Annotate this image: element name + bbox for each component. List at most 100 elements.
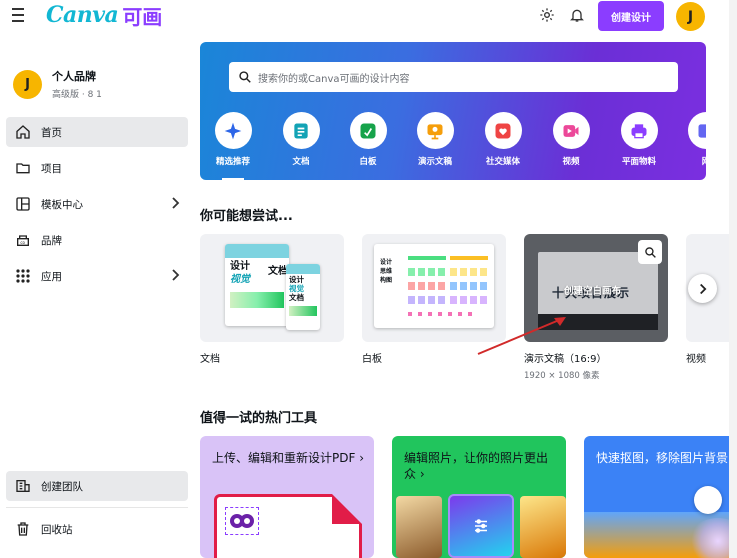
create-blank-canvas-label[interactable]: 创建空白画布 [564,283,621,297]
sidebar-item-label: 首页 [41,126,62,139]
sidebar-item-templates[interactable]: 模板中心 [6,189,188,219]
whiteboard-notes [450,268,488,276]
top-bar: Canva 可画 创建设计 J [0,0,737,32]
sidebar-item-label: 项目 [41,162,62,175]
carousel-next-button[interactable] [688,274,717,303]
doc-preview-line: 文档 [268,266,288,277]
video-icon [552,112,590,149]
folder-icon [14,159,32,177]
home-icon [14,123,32,141]
doc-preview-small-line: 设计 [289,275,304,284]
category-video[interactable]: 视频 [541,112,601,167]
pdf-logo-icon [225,507,259,535]
whiteboard-icon [349,112,387,149]
suggestions-title: 你可能想尝试... [200,209,293,224]
whiteboard-bar [408,256,446,260]
doc-preview-small-page: 设计 视觉 文档 [286,264,320,330]
tool-card-photo-edit[interactable]: 编辑照片，让你的照片更出众 › [392,436,566,558]
pdf-corner [332,494,362,524]
chevron-right-icon [170,197,180,212]
category-print[interactable]: 平面物料 [609,112,669,167]
category-web[interactable]: 网 [676,112,706,167]
heart-icon [484,112,522,149]
category-label: 演示文稿 [417,157,452,167]
category-label: 平面物料 [621,157,656,167]
category-label: 精选推荐 [215,157,250,167]
doc-preview-small-header [286,264,320,274]
menu-icon[interactable] [12,8,28,22]
card-label[interactable]: 文档 [200,350,220,365]
category-whiteboard[interactable]: 白板 [338,112,398,167]
profile-name: 个人品牌 [52,70,96,83]
tool-title: 上传、编辑和重新设计PDF › [212,451,364,465]
photo-thumbnail-selected [448,494,514,558]
card-label[interactable]: 视频 [686,350,706,365]
preview-search-button[interactable] [638,240,662,264]
category-label: 社交媒体 [485,157,520,167]
user-avatar[interactable]: J [676,2,705,31]
chevron-right-icon [170,269,180,284]
profile[interactable]: J 个人品牌 高级版 · 8 1 [13,68,102,100]
category-row: 精选推荐 文档 白板 演示文稿 社交媒体 视频 平面物料 网 [200,112,706,180]
hero-banner: 搜索你的或Canva可画的设计内容 精选推荐 文档 白板 演示文稿 社交媒体 视… [200,42,706,180]
photo-thumbnail [396,496,442,558]
sidebar-item-label: 回收站 [41,523,73,536]
sidebar-item-trash[interactable]: 回收站 [6,514,188,544]
card-label[interactable]: 白板 [362,350,382,365]
suggestion-card-doc[interactable]: 设计 视觉 文档 设计 视觉 文档 [200,234,344,342]
category-label: 文档 [292,157,310,167]
whiteboard-preview-title: 构图 [380,277,393,284]
chevron-right-icon [700,283,707,294]
doc-preview-small-line: 文档 [289,293,304,302]
tool-card-pdf[interactable]: 上传、编辑和重新设计PDF › [200,436,374,558]
whiteboard-dots [408,312,478,316]
tool-title: 编辑照片，让你的照片更出众 › [404,451,549,481]
doc-preview-page: 设计 视觉 [225,244,289,326]
category-social[interactable]: 社交媒体 [473,112,533,167]
logo-cn: 可画 [122,4,163,29]
whiteboard-preview-title: 思维 [380,268,393,275]
presentation-icon [416,112,454,149]
sidebar-item-label: 模板中心 [41,198,83,211]
sidebar-item-brand[interactable]: co 品牌 [6,225,188,255]
profile-avatar: J [13,69,42,99]
print-icon [620,112,658,149]
bell-icon[interactable] [568,6,586,24]
sidebar-item-home[interactable]: 首页 [6,117,188,147]
photo-thumbnail [520,496,566,558]
whiteboard-preview-title: 设计 [380,259,393,266]
annotation-arrow [477,317,566,355]
main-content: 搜索你的或Canva可画的设计内容 精选推荐 文档 白板 演示文稿 社交媒体 视… [194,32,737,558]
web-icon [687,112,706,149]
category-docs[interactable]: 文档 [271,112,331,167]
whiteboard-notes [450,296,488,304]
tool-title: 快速抠图，移除图片背景 [596,451,729,465]
whiteboard-notes [450,282,488,290]
canva-logo[interactable]: Canva 可画 [46,0,162,30]
doc-preview-small-chart [289,306,317,316]
settings-gear-icon[interactable] [538,6,556,24]
search-icon [644,246,656,258]
carousel-next-button-tools[interactable] [694,486,722,514]
category-presentations[interactable]: 演示文稿 [405,112,465,167]
logo-brand: Canva [46,2,119,28]
sidebar-item-label: 品牌 [41,234,62,247]
search-input[interactable]: 搜索你的或Canva可画的设计内容 [229,62,678,92]
sidebar-item-create-team[interactable]: 创建团队 [6,471,188,501]
category-featured[interactable]: 精选推荐 [203,112,263,167]
create-design-button[interactable]: 创建设计 [598,1,664,31]
active-category-indicator [222,178,244,180]
search-placeholder: 搜索你的或Canva可画的设计内容 [258,73,410,85]
whiteboard-notes [408,282,446,290]
brand-icon: co [14,231,32,249]
svg-text:co: co [20,240,25,245]
scrollbar[interactable] [729,0,737,558]
sidebar-item-apps[interactable]: 应用 [6,261,188,291]
doc-icon [282,112,320,149]
divider [6,507,188,508]
card-dimensions: 1920 × 1080 像素 [524,371,600,381]
sidebar-item-projects[interactable]: 项目 [6,153,188,183]
template-icon [14,195,32,213]
whiteboard-notes [408,268,446,276]
canva-app: Canva 可画 创建设计 J J 个人品牌 高级版 · 8 1 首页 项目 模… [0,0,737,558]
